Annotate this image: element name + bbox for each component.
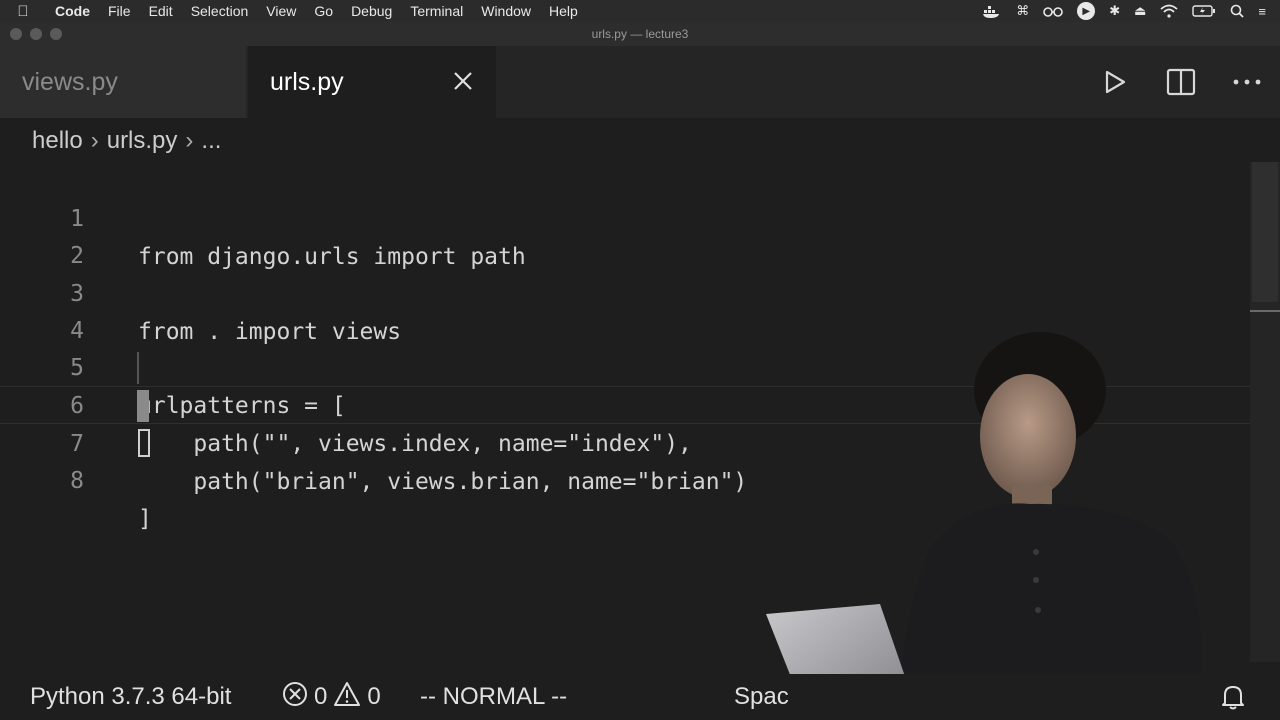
code-line: 1 from django.urls import path <box>0 162 1250 270</box>
breadcrumb-symbol[interactable]: ... <box>201 127 221 155</box>
python-interpreter[interactable]: Python 3.7.3 64-bit <box>30 683 231 711</box>
line-code: ] <box>138 506 152 532</box>
breadcrumb-folder[interactable]: hello <box>32 127 83 155</box>
glasses-icon[interactable] <box>1043 5 1064 17</box>
window-title: urls.py — lecture3 <box>591 27 689 41</box>
more-actions-icon[interactable] <box>1214 46 1280 118</box>
breadcrumb: hello › urls.py › ... <box>32 124 221 158</box>
window-title-bar: urls.py — lecture3 <box>0 22 1280 46</box>
battery-icon[interactable] <box>1192 5 1216 17</box>
eject-icon[interactable]: ⏏ <box>1134 3 1146 19</box>
play-circle-icon[interactable]: ▶ <box>1077 2 1096 20</box>
wifi-icon[interactable] <box>1160 4 1178 18</box>
menu-view[interactable]: View <box>257 3 305 19</box>
search-icon[interactable] <box>1230 4 1245 18</box>
menu-window[interactable]: Window <box>472 3 540 19</box>
scrollbar-cursor-marker <box>1250 310 1280 312</box>
command-icon[interactable]: ⌘ <box>1016 3 1029 19</box>
code-line: 2 <box>0 199 1250 269</box>
status-bar: Python 3.7.3 64-bit 0 0 -- NORMAL -- Spa… <box>0 674 1280 720</box>
tab-label: urls.py <box>270 67 344 96</box>
code-line: 4 <box>0 274 1250 344</box>
scrollbar-thumb[interactable] <box>1252 162 1278 302</box>
tab-label: views.py <box>22 67 118 96</box>
menu-selection[interactable]: Selection <box>182 3 258 19</box>
menu-help[interactable]: Help <box>540 3 587 19</box>
bell-icon[interactable] <box>1220 683 1246 711</box>
split-editor-icon[interactable] <box>1148 46 1214 118</box>
docker-icon[interactable] <box>982 4 1002 18</box>
line-number: 8 <box>70 468 84 494</box>
menu-file[interactable]: File <box>99 3 140 19</box>
menu-terminal[interactable]: Terminal <box>401 3 472 19</box>
code-line: 3 from . import views <box>0 237 1250 345</box>
breadcrumb-file[interactable]: urls.py <box>107 127 178 155</box>
text-cursor <box>138 429 150 457</box>
bluetooth-icon[interactable]: ✱ <box>1109 3 1120 19</box>
tab-urls-py[interactable]: urls.py <box>248 46 496 118</box>
error-count: 0 <box>314 683 328 710</box>
menu-debug[interactable]: Debug <box>342 3 401 19</box>
list-menu-icon[interactable]: ≡ <box>1258 4 1266 19</box>
menu-go[interactable]: Go <box>305 3 342 19</box>
tab-views-py[interactable]: views.py <box>0 46 246 118</box>
chevron-right-icon: › <box>90 127 99 154</box>
warning-icon <box>333 681 361 714</box>
tab-bar: views.py urls.py <box>0 46 1280 118</box>
editor-actions <box>1082 46 1280 118</box>
close-tab-icon[interactable] <box>450 68 476 94</box>
line-code: path("brian", views.brian, name="brian") <box>138 469 748 495</box>
error-icon <box>282 681 308 714</box>
apple-icon[interactable]:  <box>0 3 46 20</box>
problems-indicator[interactable]: 0 0 <box>282 681 381 714</box>
chevron-right-icon: › <box>185 127 194 154</box>
run-icon[interactable] <box>1082 46 1148 118</box>
warning-count: 0 <box>367 683 381 710</box>
visual-block-selection <box>137 390 149 422</box>
presenter-video-overlay <box>760 318 1280 720</box>
menu-bar:  Code File Edit Selection View Go Debug… <box>0 0 1280 22</box>
menu-code[interactable]: Code <box>46 3 99 19</box>
menu-edit[interactable]: Edit <box>140 3 182 19</box>
vim-mode-indicator: -- NORMAL -- <box>420 683 568 710</box>
indentation-setting[interactable]: Spac <box>734 683 789 711</box>
system-tray: ⌘ ▶ ✱ ⏏ ≡ <box>982 2 1280 20</box>
indent-guide <box>137 352 139 384</box>
